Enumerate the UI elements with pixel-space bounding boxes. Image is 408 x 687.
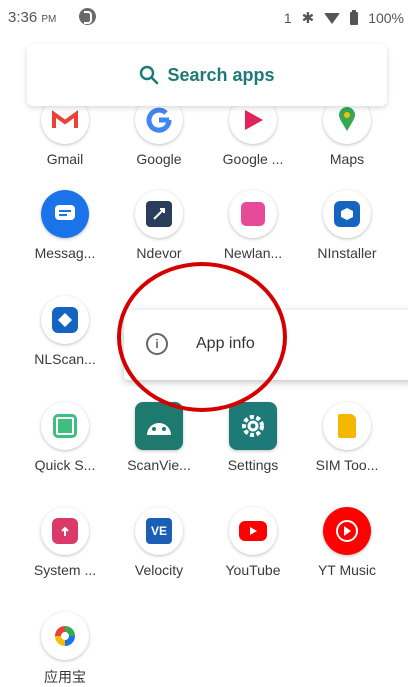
- app-label: SIM Too...: [315, 457, 379, 473]
- app-label: Google ...: [222, 151, 284, 167]
- app-label: YouTube: [225, 562, 281, 578]
- app-label: Maps: [329, 151, 365, 167]
- newland-icon: [229, 190, 277, 238]
- app-label: Velocity: [134, 562, 184, 578]
- yingyongbao-icon: [41, 612, 89, 660]
- app-label: Messag...: [34, 245, 96, 261]
- app-label: System ...: [33, 562, 97, 578]
- status-time: 3:36 PM: [8, 9, 56, 26]
- bluetooth-icon: ✱: [301, 10, 315, 27]
- app-label: NLScan...: [34, 351, 96, 367]
- app-label: Quick S...: [34, 457, 96, 473]
- app-label: YT Music: [317, 562, 377, 578]
- status-right: 1 ✱ 100%: [284, 9, 404, 27]
- app-label: Gmail: [46, 151, 84, 167]
- app-info-menu-item[interactable]: App info: [196, 335, 255, 353]
- app-label: Newlan...: [223, 245, 283, 261]
- system-update-icon: [41, 507, 89, 555]
- app-label: Ndevor: [136, 245, 182, 261]
- app-label: NInstaller: [317, 245, 377, 261]
- status-time-value: 3:36: [8, 9, 38, 26]
- yt-music-icon: [323, 507, 371, 555]
- status-ampm: PM: [41, 14, 57, 25]
- notification-count: 1: [283, 10, 292, 26]
- search-icon: [140, 65, 159, 85]
- wifi-icon: [324, 12, 341, 24]
- messages-icon: [41, 190, 89, 238]
- sim-toolkit-icon: [323, 402, 371, 450]
- search-apps-label: Search apps: [167, 64, 275, 85]
- android-icon: [135, 402, 183, 450]
- gear-icon: [229, 402, 277, 450]
- battery-icon: [350, 9, 359, 25]
- quick-settings-icon: [41, 402, 89, 450]
- battery-percent: 100%: [368, 10, 404, 26]
- status-bar: 3:36 PM 1 ✱ 100%: [0, 0, 408, 36]
- app-notification-icon: [79, 8, 96, 25]
- info-icon: i: [146, 333, 168, 355]
- ninstaller-icon: [323, 190, 371, 238]
- ndevor-icon: [135, 190, 183, 238]
- app-context-menu: i App info: [124, 310, 408, 380]
- nlscan-icon: [41, 296, 89, 344]
- search-apps-bar[interactable]: Search apps: [27, 44, 387, 106]
- app-label: Settings: [227, 457, 279, 473]
- app-label: ScanVie...: [127, 457, 191, 473]
- youtube-icon: [229, 507, 277, 555]
- app-label: Google: [136, 151, 182, 167]
- app-label: 应用宝: [44, 669, 86, 685]
- velocity-icon: VE: [135, 507, 183, 555]
